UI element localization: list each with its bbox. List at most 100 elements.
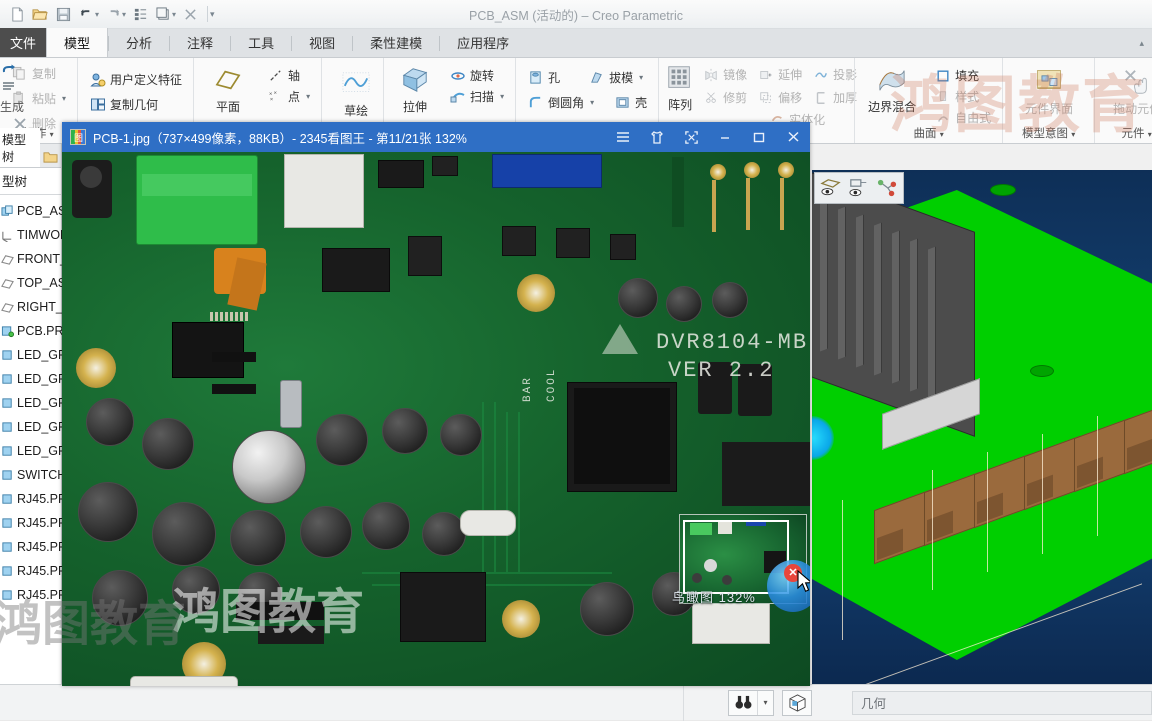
ribbon-pattern-button[interactable]: 阵列: [665, 61, 695, 129]
ribbon-copy-geometry[interactable]: 复制几何: [84, 94, 163, 115]
ribbon-extrude-button[interactable]: 拉伸: [390, 63, 440, 115]
tree-item-csys[interactable]: TIMWON: [0, 223, 69, 247]
tab-tools[interactable]: 工具: [231, 28, 291, 57]
tree-item-rj45-1[interactable]: RJ45.PRT: [0, 487, 74, 511]
find-dropdown-icon[interactable]: ▾: [757, 690, 773, 715]
chevron-down-icon[interactable]: ▾: [500, 92, 504, 101]
datum-display-filter-icon[interactable]: [818, 175, 844, 201]
axis-icon: [267, 67, 284, 84]
tab-model-tree[interactable]: 模型树: [0, 128, 41, 167]
ribbon-sweep[interactable]: 扫描 ▾: [444, 86, 509, 107]
tree-item-switch[interactable]: SWITCH-: [0, 463, 70, 487]
skin-icon[interactable]: [640, 122, 674, 152]
menu-icon[interactable]: [606, 122, 640, 152]
redo-icon[interactable]: [102, 3, 124, 25]
tree-item-rj45-3[interactable]: RJ45.PRT: [0, 535, 74, 559]
ribbon-sketch-button[interactable]: 草绘: [328, 67, 384, 119]
ribbon-draft[interactable]: 拔模 ▾: [583, 67, 648, 88]
tab-view[interactable]: 视图: [292, 28, 352, 57]
relay-component: [172, 322, 244, 378]
ribbon-hole[interactable]: 孔: [522, 67, 565, 88]
ribbon-group-label-surfaces[interactable]: 曲面 ▾: [855, 125, 1002, 141]
ribbon-collapse-icon[interactable]: ▴: [1139, 38, 1152, 49]
offset-icon: [757, 89, 774, 106]
image-viewer-controls: [606, 122, 810, 152]
customize-qat-icon[interactable]: ▾: [210, 9, 215, 20]
ribbon-boundary-blend-button[interactable]: 边界混合: [861, 63, 923, 128]
chevron-down-icon[interactable]: ▾: [590, 98, 594, 107]
tree-item-right-plane[interactable]: RIGHT_A: [0, 295, 71, 319]
image-viewer-titlebar[interactable]: 图 PCB-1.jpg（737×499像素，88KB）- 2345看图王 - 第…: [62, 122, 810, 152]
binoculars-icon[interactable]: [729, 691, 757, 715]
maximize-icon[interactable]: [742, 122, 776, 152]
3d-viewport[interactable]: [812, 170, 1152, 684]
tree-item-led-4[interactable]: LED_GRE: [0, 415, 75, 439]
tab-analysis[interactable]: 分析: [109, 28, 169, 57]
close-x-icon[interactable]: [179, 3, 201, 25]
tree-item-pcb-part[interactable]: PCB.PRT: [0, 319, 71, 343]
pcb-silkscreen-primary: DVR8104-MB: [656, 330, 809, 355]
pin-leg: [712, 180, 716, 232]
ribbon-group-label-model-intent[interactable]: 模型意图 ▾: [1003, 125, 1094, 141]
ribbon-plane-button[interactable]: 平面: [200, 63, 256, 115]
ribbon-fill[interactable]: 填充: [929, 65, 996, 86]
fullscreen-icon[interactable]: [674, 122, 708, 152]
ribbon-fill-label: 填充: [955, 69, 980, 83]
regenerate-icon[interactable]: [129, 3, 151, 25]
ribbon-component-interface-button[interactable]: 元件界面: [1009, 65, 1089, 117]
electrolytic-capacitor: [362, 502, 410, 550]
tab-annotate[interactable]: 注释: [170, 28, 230, 57]
tab-applications[interactable]: 应用程序: [440, 28, 526, 57]
ribbon-udf[interactable]: 用户定义特征: [84, 69, 187, 90]
ribbon-revolve[interactable]: 旋转: [444, 65, 509, 86]
undo-icon[interactable]: [75, 3, 97, 25]
ribbon-shell[interactable]: 壳: [609, 92, 652, 113]
model-display-icon[interactable]: [782, 689, 812, 716]
chevron-down-icon[interactable]: ▾: [639, 73, 643, 82]
image-viewer-window[interactable]: 图 PCB-1.jpg（737×499像素，88KB）- 2345看图王 - 第…: [62, 122, 810, 686]
tree-item-led-3[interactable]: LED_GRE: [0, 391, 75, 415]
annotation-display-icon[interactable]: [846, 175, 872, 201]
window-icon[interactable]: [152, 3, 174, 25]
save-icon[interactable]: [52, 3, 74, 25]
folder-open-icon[interactable]: [29, 3, 51, 25]
ribbon-offset[interactable]: 偏移: [752, 87, 807, 108]
tree-item-top-plane[interactable]: TOP_ASM: [0, 271, 77, 295]
tree-item-led-1[interactable]: LED_GRE: [0, 343, 75, 367]
chevron-down-icon[interactable]: ▾: [306, 92, 310, 101]
ribbon-extend[interactable]: 延伸: [752, 64, 807, 85]
tab-file[interactable]: 文件: [0, 28, 47, 57]
tab-model[interactable]: 模型: [46, 28, 109, 57]
ribbon-udf-label: 用户定义特征: [110, 73, 183, 87]
ribbon-point[interactable]: × × × 点 ▾: [262, 86, 315, 107]
tree-item-assembly[interactable]: PCB_ASM.ASM: [0, 199, 107, 223]
tab-flexible-modeling[interactable]: 柔性建模: [353, 28, 439, 57]
ribbon-mirror[interactable]: 镜像: [697, 64, 752, 85]
ribbon-style[interactable]: 样式: [929, 86, 996, 107]
tree-item-led-2[interactable]: LED_GRE: [0, 367, 75, 391]
viewport-display-toolbar[interactable]: [814, 172, 904, 204]
new-file-icon[interactable]: [6, 3, 28, 25]
minimize-icon[interactable]: [708, 122, 742, 152]
image-viewer-canvas[interactable]: DVR8104-MB VER 2.2 BAR COOL ✕ 鸟瞰图 132% 鸿…: [62, 152, 810, 686]
ribbon-mirror-label: 镜像: [723, 68, 748, 82]
point-display-icon[interactable]: [874, 175, 900, 201]
ribbon-point-label: 点: [288, 90, 301, 104]
ribbon-regenerate-label[interactable]: 生成: [0, 98, 24, 115]
find-control[interactable]: ▾: [728, 689, 774, 716]
tree-item-front-plane[interactable]: FRONT_A: [0, 247, 75, 271]
ribbon-axis[interactable]: 轴: [262, 65, 315, 86]
chevron-down-icon[interactable]: ▾: [62, 94, 66, 103]
tree-item-rj45-5[interactable]: RJ45.PRT: [0, 583, 74, 607]
close-icon[interactable]: [776, 122, 810, 152]
ribbon-trim[interactable]: 修剪: [697, 87, 752, 108]
ribbon-round-label: 倒圆角: [548, 96, 585, 110]
tab-folder-browser[interactable]: [40, 146, 61, 167]
tree-item-rj45-4[interactable]: RJ45.PRT: [0, 559, 74, 583]
qat-divider: [207, 6, 209, 22]
ribbon-group-label-component[interactable]: 元件 ▾: [1095, 125, 1152, 141]
tree-item-led-5[interactable]: LED_GRE: [0, 439, 75, 463]
ribbon-round[interactable]: 倒圆角 ▾: [522, 92, 599, 113]
tree-item-rj45-2[interactable]: RJ45.PRT: [0, 511, 74, 535]
ribbon-drag-component-button[interactable]: 拖动元件: [1101, 65, 1152, 117]
